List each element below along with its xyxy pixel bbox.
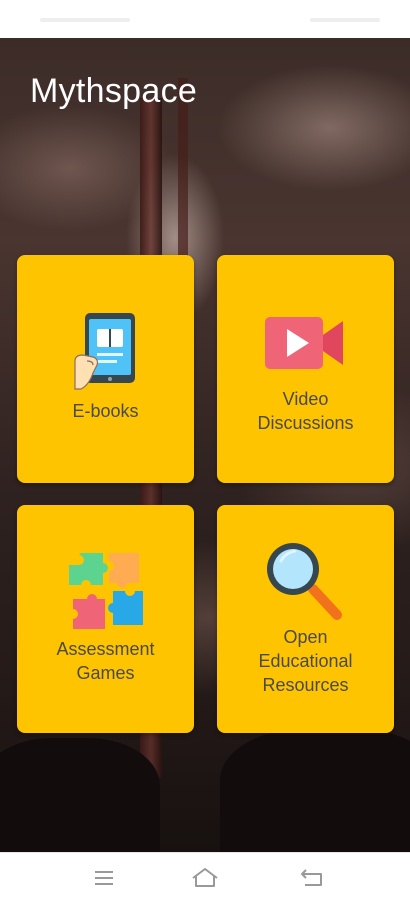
home-icon <box>192 868 218 887</box>
tile-assessment-games-label: Assessment Games <box>56 639 155 683</box>
video-camera-icon <box>265 317 343 369</box>
menu-button[interactable] <box>84 863 124 893</box>
app-title: Mythspace <box>30 72 198 110</box>
background-rock-left <box>0 738 160 852</box>
ebook-tablet-icon <box>74 313 135 390</box>
status-bar-right-faded <box>310 18 380 22</box>
background-rock-right <box>220 728 410 852</box>
home-button[interactable] <box>185 863 225 893</box>
back-button[interactable] <box>292 863 332 893</box>
tile-ebooks[interactable]: E-books <box>17 255 194 483</box>
tile-open-educational-resources[interactable]: Open Educational Resources <box>217 505 394 733</box>
menu-icon <box>95 871 113 885</box>
status-bar-left-faded <box>40 18 130 22</box>
status-bar <box>0 0 410 38</box>
puzzle-pieces-icon <box>69 553 143 629</box>
tile-assessment-games[interactable]: Assessment Games <box>17 505 194 733</box>
navigation-bar <box>0 852 410 901</box>
tile-video-discussions[interactable]: Video Discussions <box>217 255 394 483</box>
magnifying-glass-icon <box>267 543 342 620</box>
back-icon <box>301 869 322 886</box>
tile-ebooks-label: E-books <box>72 401 139 421</box>
tile-video-discussions-label: Video Discussions <box>257 389 354 433</box>
tile-open-educational-resources-label: Open Educational Resources <box>258 627 353 695</box>
